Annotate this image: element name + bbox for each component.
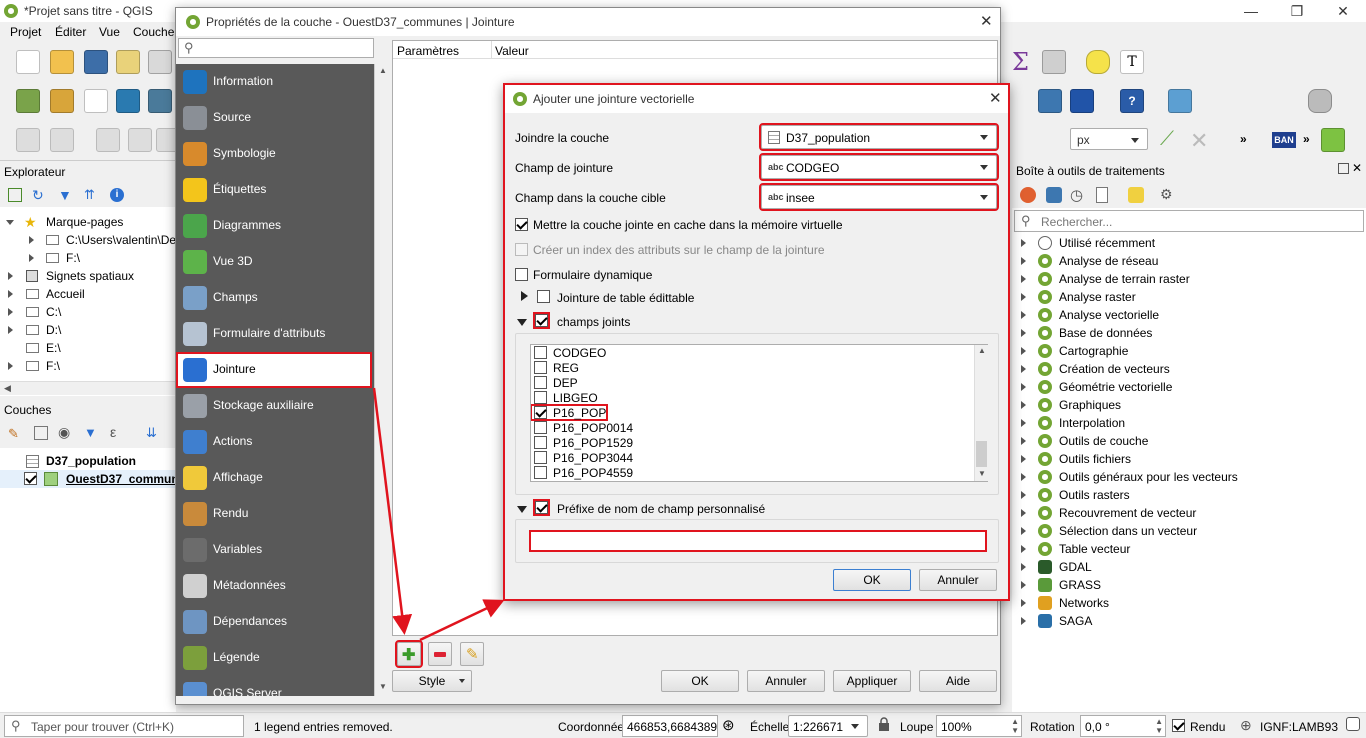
arrow-to-join-dialog [419, 599, 505, 642]
annotation-arrows [372, 387, 505, 642]
arrow-to-add-button [372, 387, 413, 635]
